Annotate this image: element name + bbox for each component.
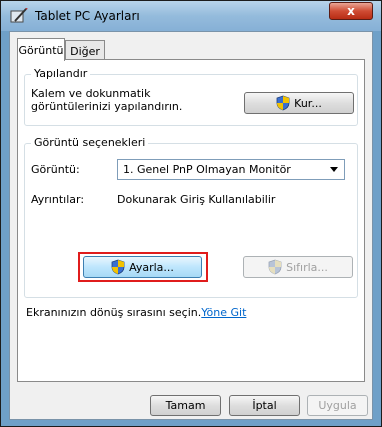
- window-title: Tablet PC Ayarları: [35, 9, 140, 23]
- display-options-group: Görüntü seçenekleri Görüntü: 1. Genel Pn…: [24, 136, 358, 298]
- tablet-pc-settings-window: Tablet PC Ayarları x Görüntü Diğer Yapıl…: [0, 0, 382, 427]
- tab-display[interactable]: Görüntü: [17, 38, 65, 61]
- display-select-value: 1. Genel PnP Olmayan Monitör: [123, 163, 291, 176]
- tab-other-label: Diğer: [70, 44, 100, 58]
- reset-button-label: Sıfırla...: [286, 260, 328, 274]
- configure-description-line2: görüntülerinizi yapılandırın.: [31, 100, 183, 113]
- chevron-down-icon: [330, 167, 338, 172]
- details-value: Dokunarak Giriş Kullanılabilir: [117, 193, 276, 206]
- orientation-link[interactable]: Yöne Git: [201, 306, 246, 319]
- configure-group: Yapılandır Kalem ve dokunmatik görüntüle…: [24, 67, 358, 126]
- cancel-button[interactable]: İptal: [229, 395, 300, 416]
- title-bar[interactable]: Tablet PC Ayarları x: [1, 1, 381, 31]
- calibrate-button[interactable]: Ayarla...: [83, 256, 202, 278]
- uac-shield-icon: [276, 95, 290, 111]
- close-button[interactable]: x: [329, 2, 373, 20]
- display-select[interactable]: 1. Genel PnP Olmayan Monitör: [117, 159, 345, 180]
- uac-shield-icon: [268, 259, 282, 275]
- setup-button-label: Kur...: [294, 96, 322, 110]
- tab-display-label: Görüntü: [18, 43, 64, 57]
- details-label: Ayrıntılar:: [31, 193, 85, 206]
- ok-button-label: Tamam: [165, 399, 206, 412]
- display-label: Görüntü:: [31, 163, 80, 176]
- apply-button-label: Uygula: [318, 399, 357, 412]
- dialog-client-area: Görüntü Diğer Yapılandır Kalem ve dokunm…: [9, 31, 373, 420]
- cancel-button-label: İptal: [252, 399, 277, 412]
- tablet-pen-icon: [10, 8, 28, 23]
- setup-button[interactable]: Kur...: [244, 92, 354, 114]
- calibrate-button-label: Ayarla...: [129, 260, 174, 274]
- uac-shield-icon: [111, 259, 125, 275]
- reset-button[interactable]: Sıfırla...: [243, 256, 353, 278]
- configure-description-line1: Kalem ve dokunmatik: [31, 87, 151, 100]
- tab-other[interactable]: Diğer: [65, 40, 105, 61]
- ok-button[interactable]: Tamam: [150, 395, 221, 416]
- rotation-text: Ekranınızın dönüş sırasını seçin.: [26, 306, 202, 319]
- configure-group-title: Yapılandır: [31, 67, 91, 80]
- close-icon: x: [347, 4, 355, 18]
- display-options-title: Görüntü seçenekleri: [31, 136, 149, 149]
- tab-panel-display: Yapılandır Kalem ve dokunmatik görüntüle…: [17, 59, 365, 382]
- apply-button[interactable]: Uygula: [307, 395, 368, 416]
- rotation-text-row: Ekranınızın dönüş sırasını seçin.Yöne Gi…: [26, 306, 246, 319]
